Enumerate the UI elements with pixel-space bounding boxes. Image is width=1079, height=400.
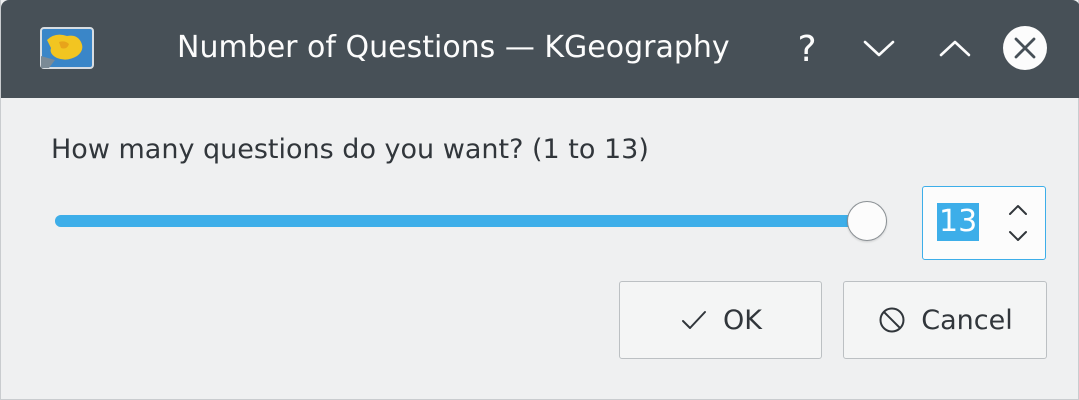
slider-handle[interactable]	[847, 201, 887, 241]
spinbox-value[interactable]: 13	[937, 203, 980, 241]
title-bar[interactable]: Number of Questions — KGeography ?	[1, 0, 1079, 98]
question-count-spinbox[interactable]: 13	[922, 186, 1046, 260]
chevron-down-icon[interactable]	[855, 24, 903, 72]
kgeography-icon	[40, 27, 94, 69]
cancel-icon	[879, 307, 905, 333]
spin-up-icon[interactable]	[1003, 197, 1033, 223]
dialog-window: Number of Questions — KGeography ? How m…	[0, 0, 1079, 400]
ok-button[interactable]: OK	[619, 281, 822, 359]
help-icon[interactable]: ?	[783, 24, 831, 72]
ok-label: OK	[723, 304, 762, 336]
checkmark-icon	[682, 311, 707, 329]
slider-fill	[55, 215, 867, 227]
chevron-up-icon[interactable]	[931, 24, 979, 72]
close-icon[interactable]	[1001, 24, 1049, 72]
cancel-button[interactable]: Cancel	[843, 281, 1047, 359]
question-count-prompt: How many questions do you want? (1 to 13…	[51, 134, 649, 165]
cancel-label: Cancel	[921, 304, 1013, 336]
question-count-slider[interactable]	[51, 196, 911, 248]
window-title: Number of Questions — KGeography	[177, 30, 730, 65]
help-glyph: ?	[797, 29, 816, 70]
spin-down-icon[interactable]	[1003, 223, 1033, 249]
